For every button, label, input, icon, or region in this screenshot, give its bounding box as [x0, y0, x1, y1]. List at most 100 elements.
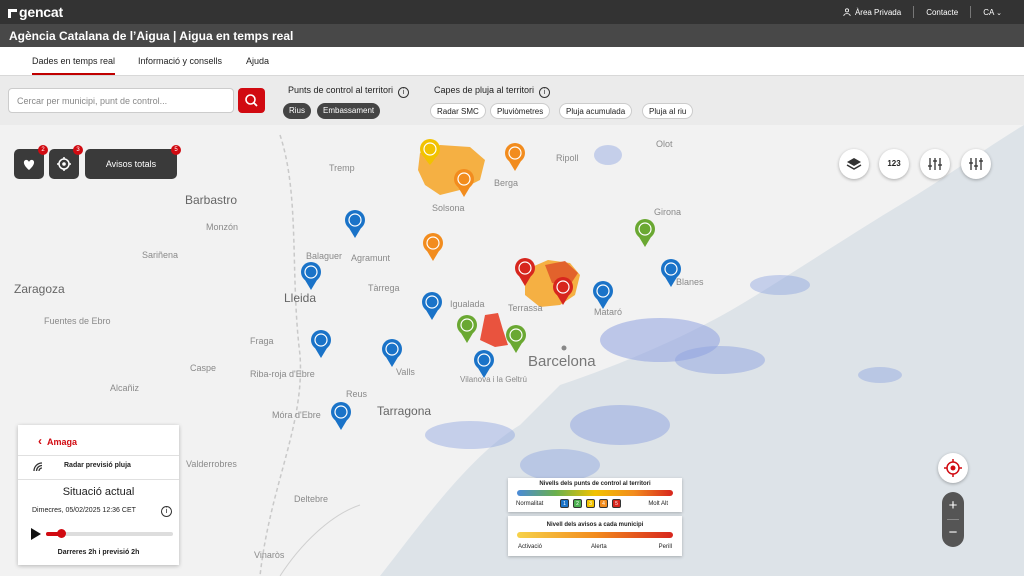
- chip-embassament[interactable]: Embassament: [317, 103, 381, 119]
- info-icon[interactable]: i: [539, 87, 551, 98]
- page-title: Agència Catalana de l’Aigua | Aigua en t…: [0, 24, 1024, 47]
- map-pin[interactable]: [422, 292, 442, 320]
- top-links: Àrea Privada Contacte CA ⌄: [843, 6, 1002, 18]
- map-pin[interactable]: [457, 315, 477, 343]
- radar-panel: ‹ Amaga Radar previsió pluja Situació act…: [18, 425, 179, 565]
- map-pin[interactable]: [505, 143, 525, 171]
- levels-gradient-bar: [517, 490, 673, 496]
- map-pin[interactable]: [423, 233, 443, 261]
- map-pin[interactable]: [345, 210, 365, 238]
- locate-me-button[interactable]: [938, 453, 968, 483]
- language-selector[interactable]: CA ⌄: [983, 8, 1002, 17]
- level-box: 4: [599, 499, 608, 508]
- locate-icon: [944, 459, 962, 477]
- location-button[interactable]: 3: [49, 145, 83, 179]
- control-points-label: Punts de control al territori i: [288, 85, 410, 98]
- location-count-badge: 3: [73, 145, 83, 155]
- map-pin[interactable]: [506, 325, 526, 353]
- levels-legend-title: Nivells dels punts de control al territo…: [539, 481, 651, 487]
- map-pin[interactable]: [635, 219, 655, 247]
- zoom-out-button[interactable]: −: [942, 520, 964, 547]
- level-box: 3: [586, 499, 595, 508]
- radar-label: Radar previsió pluja: [64, 462, 131, 469]
- info-icon[interactable]: i: [161, 506, 172, 517]
- favorites-button[interactable]: 2: [14, 145, 48, 179]
- level-low-label: Normalitat: [516, 501, 544, 507]
- numbers-toggle-button[interactable]: 123: [879, 149, 909, 179]
- timeline-thumb[interactable]: [57, 529, 67, 538]
- level-boxes: 12345: [558, 499, 623, 508]
- level-box: 2: [573, 499, 582, 508]
- warnings-gradient-bar: [517, 532, 673, 538]
- divider: [970, 6, 972, 18]
- contacte-link[interactable]: Contacte: [926, 8, 958, 17]
- rain-layers-text: Capes de pluja al territori: [434, 85, 535, 95]
- chip-pluja-acumulada[interactable]: Pluja acumulada: [559, 103, 633, 119]
- control-points-text: Punts de control al territori: [288, 85, 394, 95]
- hide-panel-button[interactable]: ‹ Amaga: [38, 434, 77, 448]
- panel-datetime: Dimecres, 05/02/2025 12:36 CET: [32, 507, 136, 514]
- chevron-left-icon: ‹: [38, 434, 42, 448]
- favorites-count-badge: 2: [38, 145, 48, 155]
- tab-ajuda[interactable]: Ajuda: [246, 56, 269, 66]
- settings-sliders-button[interactable]: [961, 149, 991, 179]
- map-pin[interactable]: [331, 402, 351, 430]
- situation-title: Situació actual: [62, 486, 135, 498]
- zoom-control: + −: [942, 492, 964, 547]
- map-pin[interactable]: [301, 262, 321, 290]
- divider: [18, 479, 179, 480]
- avisos-totals-button[interactable]: Avisos totals 5: [85, 145, 181, 179]
- gencat-logo[interactable]: gencat: [8, 4, 63, 20]
- info-icon[interactable]: i: [398, 87, 410, 98]
- language-value: CA: [983, 7, 994, 17]
- search-icon: [245, 94, 258, 107]
- play-icon[interactable]: [30, 527, 42, 541]
- layers-button[interactable]: [839, 149, 869, 179]
- chip-pluviometres[interactable]: Pluviòmetres: [490, 103, 551, 119]
- avisos-totals-label: Avisos totals: [105, 159, 157, 169]
- timeline-slider[interactable]: [46, 529, 173, 538]
- chevron-down-icon: ⌄: [996, 9, 1002, 17]
- avisos-count-badge: 5: [171, 145, 181, 155]
- level-box: 1: [560, 499, 569, 508]
- warnings-legend-title: Nivell dels avisos a cada municipi: [546, 522, 644, 528]
- divider: [913, 6, 915, 18]
- map-pin[interactable]: [515, 258, 535, 286]
- warning-level-label: Alerta: [591, 544, 607, 550]
- map-pin[interactable]: [593, 281, 613, 309]
- layers-icon: [846, 158, 862, 170]
- area-privada-label: Àrea Privada: [854, 7, 902, 17]
- map-pin[interactable]: [454, 169, 474, 197]
- map-pin[interactable]: [661, 259, 681, 287]
- levels-legend: Nivells dels punts de control al territo…: [508, 478, 682, 512]
- area-privada-link[interactable]: Àrea Privada: [843, 8, 901, 17]
- map-pin[interactable]: [474, 350, 494, 378]
- top-bar: gencat Àrea Privada Contacte CA ⌄: [0, 0, 1024, 24]
- map-pin[interactable]: [311, 330, 331, 358]
- gencat-logo-mark: [8, 9, 17, 18]
- search-input[interactable]: Cercar per municipi, punt de control...: [8, 88, 234, 113]
- map-pin[interactable]: [420, 139, 440, 165]
- map-pin[interactable]: [553, 277, 573, 305]
- chip-rius[interactable]: Rius: [283, 103, 312, 119]
- hide-panel-label: Amaga: [47, 437, 78, 447]
- filters-button[interactable]: [920, 149, 950, 179]
- user-icon: [843, 7, 851, 16]
- timeline-range-label: Darreres 2h i previsió 2h: [57, 549, 140, 556]
- level-box: 5: [612, 499, 621, 508]
- chip-radar-smc[interactable]: Radar SMC: [430, 103, 486, 119]
- radar-icon: [33, 462, 43, 472]
- divider: [18, 455, 179, 456]
- main-tabs: Dades en temps real Informació y consell…: [0, 47, 1024, 76]
- filter-bar: Cercar per municipi, punt de control... …: [0, 76, 1024, 125]
- search-button[interactable]: [238, 88, 265, 113]
- map-pin[interactable]: [382, 339, 402, 367]
- zoom-in-button[interactable]: +: [942, 492, 964, 519]
- warning-level-label: Activació: [518, 544, 543, 550]
- level-high-label: Molt Alt: [648, 501, 668, 507]
- warnings-legend: Nivell dels avisos a cada municipi Activ…: [508, 516, 682, 556]
- tab-informacio-consells[interactable]: Informació y consells: [138, 56, 222, 66]
- tab-dades-temps-real[interactable]: Dades en temps real: [32, 56, 116, 75]
- chip-pluja-al-riu[interactable]: Pluja al riu: [642, 103, 694, 119]
- sliders-icon: [969, 158, 983, 170]
